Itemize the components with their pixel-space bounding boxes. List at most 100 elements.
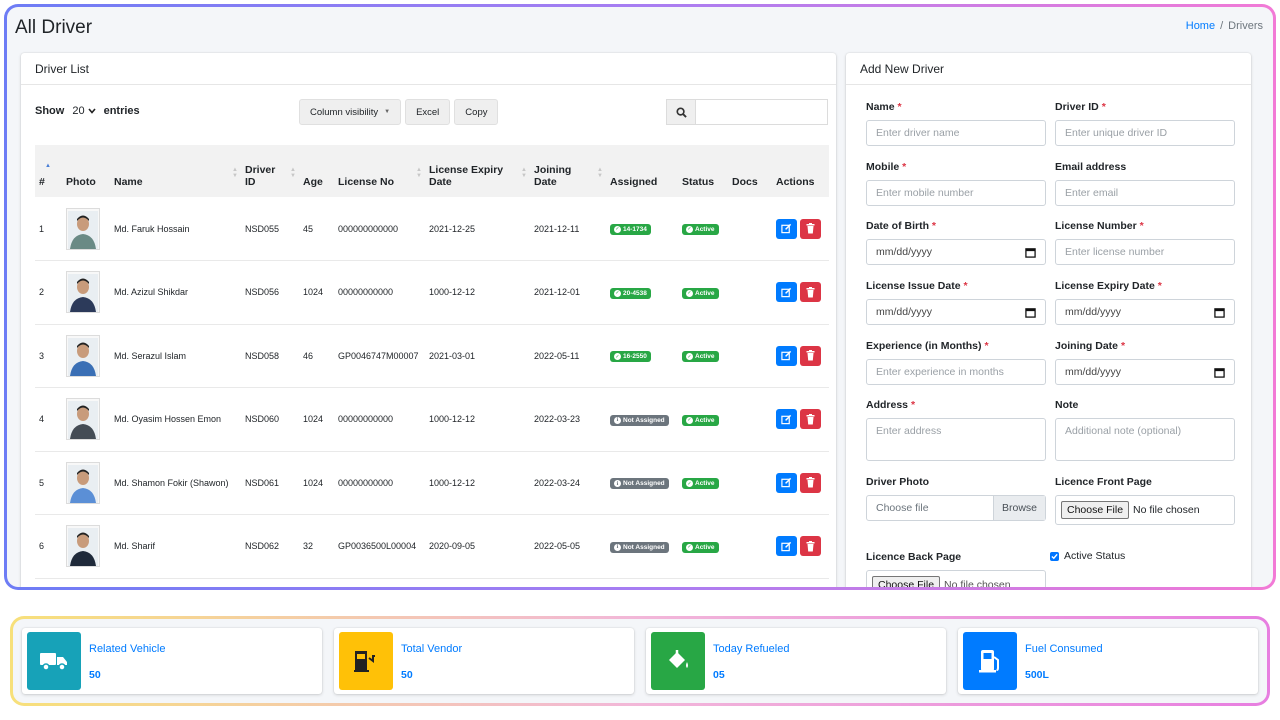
joining-date: 2022-03-23: [530, 387, 606, 452]
dob-input[interactable]: mm/dd/yyyy: [866, 239, 1046, 265]
delete-button[interactable]: [800, 536, 821, 557]
col-number[interactable]: ▲ #: [35, 145, 62, 197]
row-number: 3: [35, 324, 62, 388]
edit-button[interactable]: [776, 282, 797, 303]
status-text: Active: [695, 480, 715, 487]
search-button[interactable]: [666, 99, 696, 125]
table-export-buttons: Column visibility ▼ Excel Copy: [299, 99, 499, 125]
delete-button[interactable]: [800, 218, 821, 239]
licence-back-choose-button[interactable]: Choose File: [872, 576, 941, 587]
driver-photo[interactable]: [66, 207, 100, 250]
column-visibility-button[interactable]: Column visibility ▼: [299, 99, 402, 125]
add-driver-card: Add New Driver Name * Enter driver name …: [846, 53, 1251, 587]
license-no: GP0046747M00007: [334, 324, 425, 388]
driver-name: Md. Serazul Islam: [110, 324, 241, 388]
table-row: 6 Md. Sharif NSD062 32 GP0036500L00004 2…: [35, 514, 829, 579]
trash-icon: [806, 350, 815, 361]
col-license-no[interactable]: License No ▲ ▼: [334, 145, 425, 197]
edit-button[interactable]: [776, 409, 797, 430]
joining-date: 2021-12-01: [530, 260, 606, 325]
license-no: GP0036500L00004: [334, 514, 425, 579]
delete-button[interactable]: [800, 282, 821, 303]
issue-date-input[interactable]: mm/dd/yyyy: [866, 299, 1046, 325]
stat-label: Fuel Consumed: [1025, 643, 1103, 655]
breadcrumb-current: Drivers: [1228, 20, 1263, 32]
status-text: Active: [695, 353, 715, 360]
mobile-label: Mobile *: [866, 161, 907, 173]
table-row: 3 Md. Serazul Islam NSD058 46 GP0046747M…: [35, 324, 829, 388]
driver-photo[interactable]: [66, 461, 100, 504]
search-input[interactable]: [696, 99, 828, 125]
edit-button[interactable]: [776, 536, 797, 557]
copy-button[interactable]: Copy: [454, 99, 499, 125]
driver-id-input[interactable]: Enter unique driver ID: [1055, 120, 1235, 146]
licence-front-choose-button[interactable]: Choose File: [1061, 501, 1130, 519]
driver-table-body: 1 Md. Faruk Hossain NSD055 45 0000000000…: [35, 197, 829, 579]
col-license-expiry[interactable]: License Expiry Date ▲ ▼: [425, 145, 530, 197]
check-circle-icon: ✓: [686, 416, 693, 424]
status-badge: ✓ Active: [682, 223, 719, 235]
browse-button[interactable]: Browse: [992, 496, 1045, 520]
stats-panel-frame: Related Vehicle 50 Total Vendor 50 Today…: [10, 616, 1270, 706]
assigned-cell: ✓ 20-4538: [606, 260, 678, 325]
edit-button[interactable]: [776, 218, 797, 239]
driver-photo[interactable]: [66, 525, 100, 568]
breadcrumb: Home / Drivers: [1186, 20, 1263, 32]
col-assigned[interactable]: Assigned: [606, 145, 678, 197]
row-number: 6: [35, 514, 62, 579]
info-circle-icon: ℹ: [614, 480, 621, 487]
driver-photo-group: Driver Photo Choose file Browse: [866, 476, 1046, 521]
edit-button[interactable]: [776, 472, 797, 493]
assigned-cell: ℹ Not Assigned: [606, 514, 678, 579]
driver-name: Md. Oyasim Hossen Emon: [110, 387, 241, 452]
delete-button[interactable]: [800, 345, 821, 366]
experience-label: Experience (in Months) *: [866, 340, 989, 352]
edit-icon: [781, 541, 792, 551]
delete-button[interactable]: [800, 409, 821, 430]
entries-select[interactable]: 20: [68, 103, 99, 119]
license-number-input[interactable]: Enter license number: [1055, 239, 1235, 265]
sort-icon: ▲ ▼: [521, 167, 527, 179]
col-joining-date[interactable]: Joining Date ▲ ▼: [530, 145, 606, 197]
licence-back-status: No file chosen: [944, 579, 1011, 587]
dob-group: Date of Birth * mm/dd/yyyy: [866, 220, 1046, 265]
edit-button[interactable]: [776, 345, 797, 366]
chevron-down-icon: [87, 108, 96, 114]
expiry-date-input[interactable]: mm/dd/yyyy: [1055, 299, 1235, 325]
add-driver-header: Add New Driver: [846, 53, 1251, 85]
license-expiry: 2021-03-01: [425, 324, 530, 388]
email-input[interactable]: Enter email: [1055, 180, 1235, 206]
check-circle-icon: ✓: [686, 225, 693, 233]
delete-button[interactable]: [800, 472, 821, 493]
col-age[interactable]: Age: [299, 145, 334, 197]
joining-date-input[interactable]: mm/dd/yyyy: [1055, 359, 1235, 385]
name-input[interactable]: Enter driver name: [866, 120, 1046, 146]
driver-id-group: Driver ID * Enter unique driver ID: [1055, 101, 1235, 146]
driver-photo[interactable]: [66, 271, 100, 314]
breadcrumb-home-link[interactable]: Home: [1186, 20, 1215, 32]
fuel-vendor-icon: [339, 632, 393, 690]
trash-icon: [806, 413, 815, 425]
row-number: 2: [35, 260, 62, 325]
col-assigned-label: Assigned: [610, 176, 658, 188]
col-name[interactable]: Name ▲ ▼: [110, 145, 241, 197]
driver-photo-input[interactable]: Choose file Browse: [866, 495, 1046, 521]
row-number: 1: [35, 197, 62, 261]
driver-photo[interactable]: [66, 334, 100, 377]
mobile-input[interactable]: Enter mobile number: [866, 180, 1046, 206]
address-textarea[interactable]: Enter address: [866, 418, 1046, 461]
table-row: 1 Md. Faruk Hossain NSD055 45 0000000000…: [35, 197, 829, 261]
note-textarea[interactable]: Additional note (optional): [1055, 418, 1235, 461]
col-status-label: Status: [682, 176, 715, 188]
driver-photo[interactable]: [66, 398, 100, 441]
excel-button[interactable]: Excel: [405, 99, 451, 125]
stat-label: Today Refueled: [713, 643, 790, 655]
entries-label: entries: [103, 105, 140, 117]
check-circle-icon: ✓: [686, 543, 693, 551]
driver-age: 1024: [299, 451, 334, 515]
experience-input[interactable]: Enter experience in months: [866, 359, 1046, 385]
active-status-checkbox[interactable]: Active Status: [1050, 550, 1230, 562]
col-driver-id[interactable]: Driver ID ▲ ▼: [241, 145, 299, 197]
joining-date: 2022-03-24: [530, 451, 606, 515]
col-status[interactable]: Status: [678, 145, 728, 197]
